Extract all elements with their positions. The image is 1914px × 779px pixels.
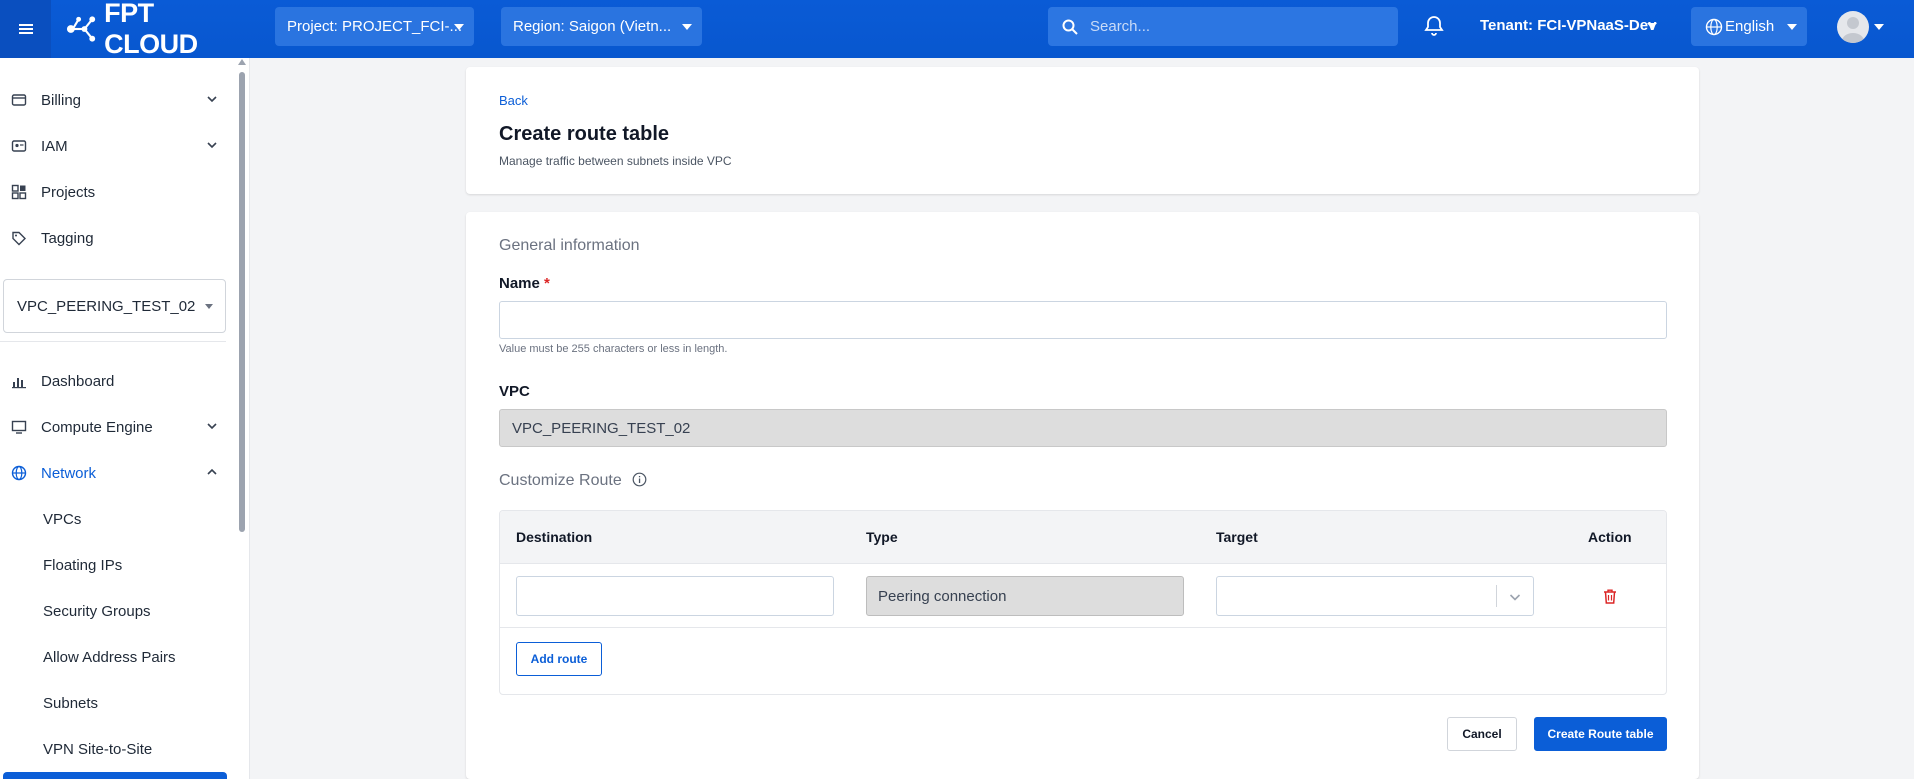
route-table: Destination Type Target Action Peering c… (499, 510, 1667, 695)
cancel-button[interactable]: Cancel (1447, 717, 1517, 751)
name-label: Name * (499, 275, 550, 292)
route-table-form: General information Name * Value must be… (466, 212, 1699, 779)
name-hint: Value must be 255 characters or less in … (499, 343, 728, 355)
search-icon (1062, 19, 1078, 35)
tag-icon (10, 229, 28, 247)
sidebar-item-label: Dashboard (41, 372, 115, 390)
sidebar-item-vpcs[interactable]: VPCs (43, 511, 81, 528)
project-dropdown[interactable]: Project: PROJECT_FCI-... (275, 7, 474, 46)
fpt-cloud-logo[interactable]: FPT CLOUD (65, 0, 250, 60)
sidebar-divider (0, 341, 226, 342)
vpc-value: VPC_PEERING_TEST_02 (512, 419, 691, 437)
bell-icon (1424, 16, 1444, 36)
sidebar: Billing IAM Projects Tagging VPC_PEERING… (0, 58, 250, 779)
trash-icon (1604, 589, 1616, 604)
active-item-highlight[interactable] (3, 772, 227, 779)
grid-icon (10, 183, 28, 201)
chevron-up-icon (207, 468, 217, 475)
column-header-type: Type (866, 529, 898, 545)
sidebar-item-security-groups[interactable]: Security Groups (43, 603, 151, 620)
type-field: Peering connection (866, 576, 1184, 616)
column-header-action: Action (1588, 529, 1632, 545)
id-card-icon (10, 137, 28, 155)
sidebar-item-network[interactable]: Network (0, 450, 230, 496)
menu-button[interactable] (0, 0, 51, 58)
type-value: Peering connection (878, 587, 1007, 605)
user-icon (1842, 17, 1864, 43)
customize-route-title: Customize Route (499, 472, 647, 490)
destination-input[interactable] (516, 576, 834, 616)
project-dropdown-label: Project: PROJECT_FCI-... (287, 18, 463, 35)
route-table-header: Destination Type Target Action (500, 511, 1666, 564)
page-header-card: Back Create route table Manage traffic b… (466, 67, 1699, 194)
vpc-field: VPC_PEERING_TEST_02 (499, 409, 1667, 447)
caret-down-icon (1647, 23, 1657, 29)
chevron-down-icon (207, 423, 217, 430)
sidebar-item-vpn-site-to-site[interactable]: VPN Site-to-Site (43, 741, 152, 758)
vpc-label: VPC (499, 383, 530, 400)
sidebar-item-tagging[interactable]: Tagging (0, 215, 230, 261)
page-subtitle: Manage traffic between subnets inside VP… (499, 154, 732, 168)
project-selector[interactable]: VPC_PEERING_TEST_02 (3, 279, 226, 333)
notifications-button[interactable] (1422, 14, 1446, 43)
sidebar-item-compute-engine[interactable]: Compute Engine (0, 404, 230, 450)
info-icon[interactable] (632, 472, 647, 487)
language-dropdown[interactable]: English (1691, 7, 1807, 46)
project-selector-value: VPC_PEERING_TEST_02 (17, 297, 196, 315)
search-box[interactable] (1048, 7, 1398, 46)
page-title: Create route table (499, 123, 670, 145)
sidebar-item-iam[interactable]: IAM (0, 123, 230, 169)
sidebar-scrollbar[interactable] (239, 72, 245, 532)
add-route-button[interactable]: Add route (516, 642, 602, 676)
sidebar-item-label: IAM (41, 137, 68, 155)
chevron-down-icon (1509, 594, 1521, 601)
language-label: English (1725, 18, 1775, 35)
sidebar-item-billing[interactable]: Billing (0, 77, 230, 123)
name-label-text: Name (499, 275, 540, 292)
caret-down-icon (1787, 24, 1797, 30)
sidebar-item-label: Tagging (41, 229, 94, 247)
avatar[interactable] (1837, 11, 1869, 43)
sidebar-item-label: Compute Engine (41, 418, 153, 436)
create-route-table-button[interactable]: Create Route table (1534, 717, 1667, 751)
chevron-down-icon (207, 142, 217, 149)
delete-route-button[interactable] (1602, 588, 1618, 610)
back-link[interactable]: Back (499, 93, 528, 108)
sidebar-item-floating-ips[interactable]: Floating IPs (43, 557, 122, 574)
column-header-destination: Destination (516, 529, 593, 545)
search-input[interactable] (1090, 18, 1370, 35)
sidebar-item-dashboard[interactable]: Dashboard (0, 358, 230, 404)
sidebar-item-subnets[interactable]: Subnets (43, 695, 98, 712)
tenant-dropdown[interactable]: Tenant: FCI-VPNaaS-Dev (1480, 17, 1656, 34)
globe-icon (10, 464, 28, 482)
caret-down-icon (682, 24, 692, 30)
customize-route-title-text: Customize Route (499, 472, 622, 489)
select-separator (1496, 585, 1497, 607)
region-dropdown[interactable]: Region: Saigon (Vietn... (501, 7, 702, 46)
wallet-icon (10, 91, 28, 109)
table-row: Peering connection (500, 564, 1666, 628)
column-header-target: Target (1216, 529, 1258, 545)
sidebar-item-label: Projects (41, 183, 96, 201)
scroll-up-arrow-icon[interactable] (238, 59, 246, 65)
required-asterisk: * (544, 275, 550, 292)
sidebar-item-label: Network (41, 464, 97, 482)
hamburger-icon (18, 24, 33, 34)
sidebar-item-projects[interactable]: Projects (0, 169, 230, 215)
logo-text: FPT CLOUD (104, 0, 198, 59)
sidebar-item-allow-address-pairs[interactable]: Allow Address Pairs (43, 649, 176, 666)
caret-down-icon (205, 304, 213, 309)
bar-chart-icon (10, 372, 28, 390)
sidebar-item-label: Billing (41, 91, 82, 109)
name-input[interactable] (499, 301, 1667, 339)
chevron-down-icon (207, 96, 217, 103)
target-select[interactable] (1216, 576, 1534, 616)
general-information-title: General information (499, 237, 640, 254)
logo-network-icon (66, 16, 96, 42)
monitor-icon (10, 418, 28, 436)
region-dropdown-label: Region: Saigon (Vietn... (513, 18, 672, 35)
caret-down-icon (454, 24, 464, 30)
globe-icon (1705, 18, 1723, 35)
caret-down-icon (1874, 24, 1884, 30)
